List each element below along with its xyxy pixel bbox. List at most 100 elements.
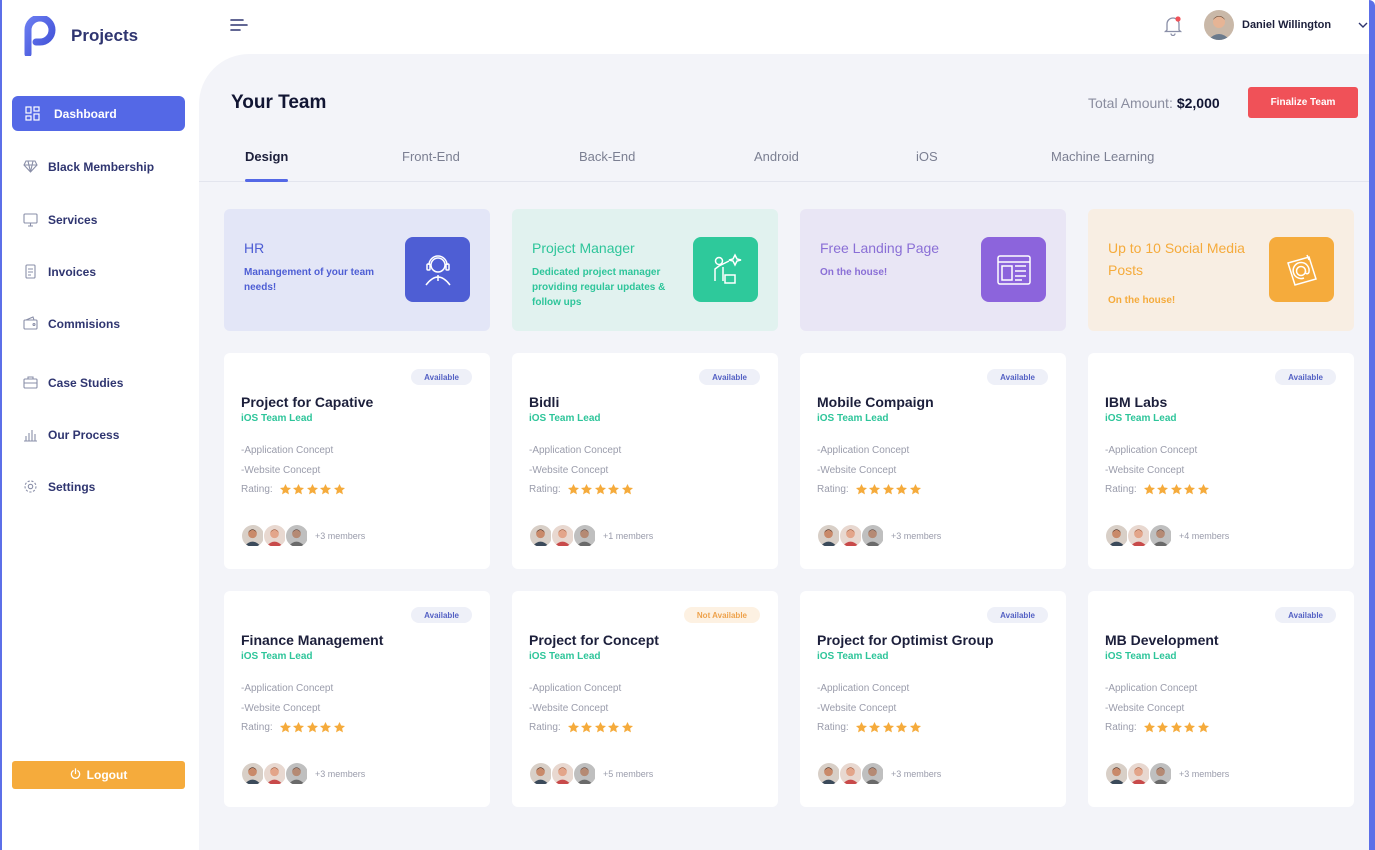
star-icon [608,483,620,495]
project-card[interactable]: Available Bidli iOS Team Lead -Application … [512,353,778,569]
avatar [263,524,287,548]
tab-back-end[interactable]: Back-End [579,149,635,182]
project-line: -Application Concept [1105,445,1198,456]
sidebar-item-settings[interactable]: Settings [12,469,185,504]
star-icon [855,483,867,495]
sidebar-item-label: Invoices [48,264,97,279]
project-card[interactable]: Available Project for Capative iOS Team Le… [224,353,490,569]
star-icon [320,483,332,495]
menu-toggle-icon[interactable] [229,16,249,34]
project-card[interactable]: Available IBM Labs iOS Team Lead -Applicati… [1088,353,1354,569]
logout-label: Logout [86,768,128,782]
tab-ios[interactable]: iOS [916,149,938,182]
star-icon [1184,721,1196,733]
rating: Rating: [241,721,346,734]
project-card[interactable]: Not Available Project for Concept iOS Team… [512,591,778,807]
project-role: iOS Team Lead [529,413,601,424]
sidebar-item-label: Case Studies [48,375,124,390]
rating-label: Rating: [241,722,273,733]
avatar [263,762,287,786]
status-badge: Available [1275,369,1336,385]
star-icon [279,483,291,495]
sidebar-item-black-membership[interactable]: Black Membership [12,149,185,184]
project-card[interactable]: Available Project for Optimist Group iOS T… [800,591,1066,807]
members-count: +3 members [891,531,942,541]
bar-chart-icon [22,427,38,443]
tab-label: Design [245,149,289,164]
notification-bell-icon[interactable] [1163,14,1183,37]
star-icon [896,721,908,733]
star-icon [320,721,332,733]
project-title: MB Development [1105,632,1219,648]
star-icon [1157,721,1169,733]
finalize-team-button[interactable]: Finalize Team [1248,87,1358,118]
project-title: Project for Capative [241,394,374,410]
service-title: Up to 10 Social Media Posts [1108,240,1245,278]
project-card[interactable]: Available Finance Management iOS Team Lead… [224,591,490,807]
service-card-project-manager[interactable]: Project Manager Dedicated project manage… [512,209,778,331]
rating-stars [1143,483,1211,496]
tab-front-end[interactable]: Front-End [402,149,460,182]
sidebar-item-services[interactable]: Services [12,202,185,237]
members-count: +3 members [1179,769,1230,779]
brand[interactable]: Projects [24,16,138,56]
star-icon [1197,721,1209,733]
rating-label: Rating: [241,484,273,495]
members[interactable]: +3 members [241,762,365,786]
star-icon [594,721,606,733]
email-post-icon [1269,237,1334,302]
project-title: Project for Concept [529,632,659,648]
sidebar-item-dashboard[interactable]: Dashboard [12,96,185,131]
webpage-icon [981,237,1046,302]
rating-label: Rating: [1105,484,1137,495]
members[interactable]: +3 members [241,524,365,548]
project-role: iOS Team Lead [1105,651,1177,662]
tab-machine-learning[interactable]: Machine Learning [1051,149,1154,182]
service-card-social-media-posts[interactable]: Up to 10 Social Media Posts On the house… [1088,209,1354,331]
tab-android[interactable]: Android [754,149,799,182]
rating: Rating: [241,483,346,496]
star-icon [1170,483,1182,495]
logout-button[interactable]: Logout [12,761,185,789]
sidebar-item-invoices[interactable]: Invoices [12,254,185,289]
members[interactable]: +3 members [817,762,941,786]
status-badge: Available [699,369,760,385]
avatar [1105,762,1129,786]
service-card-hr[interactable]: HR Manangement of your team needs! [224,209,490,331]
members[interactable]: +3 members [817,524,941,548]
star-icon [909,721,921,733]
sidebar-item-commisions[interactable]: Commisions [12,306,185,341]
members[interactable]: +5 members [529,762,653,786]
service-desc: Dedicated project manager providing regu… [532,267,666,308]
members[interactable]: +4 members [1105,524,1229,548]
service-card-free-landing-page[interactable]: Free Landing Page On the house! [800,209,1066,331]
rating-stars [567,721,635,734]
status-badge: Available [1275,607,1336,623]
project-role: iOS Team Lead [817,651,889,662]
members[interactable]: +3 members [1105,762,1229,786]
star-icon [869,721,881,733]
avatar [1105,524,1129,548]
tab-design[interactable]: Design [245,149,289,182]
sidebar-item-our-process[interactable]: Our Process [12,417,185,452]
user-menu[interactable]: Daniel Willington [1204,10,1369,40]
project-card[interactable]: Available MB Development iOS Team Lead -App… [1088,591,1354,807]
sidebar-item-label: Our Process [48,427,120,442]
tab-label: Machine Learning [1051,149,1155,164]
members[interactable]: +1 members [529,524,653,548]
project-title: Bidli [529,394,560,410]
project-line: -Application Concept [817,683,910,694]
project-line: -Application Concept [241,683,334,694]
sidebar: Projects Dashboard Black Membership Serv… [0,0,200,850]
members-count: +3 members [315,531,366,541]
total-label: Total Amount: [1088,95,1173,111]
star-icon [896,483,908,495]
sidebar-item-case-studies[interactable]: Case Studies [12,365,185,400]
avatar [551,762,575,786]
star-icon [1157,483,1169,495]
project-card[interactable]: Available Mobile Compaign iOS Team Lead -Ap… [800,353,1066,569]
avatar [839,762,863,786]
star-icon [1184,483,1196,495]
rating: Rating: [529,483,634,496]
wallet-icon [22,316,38,332]
